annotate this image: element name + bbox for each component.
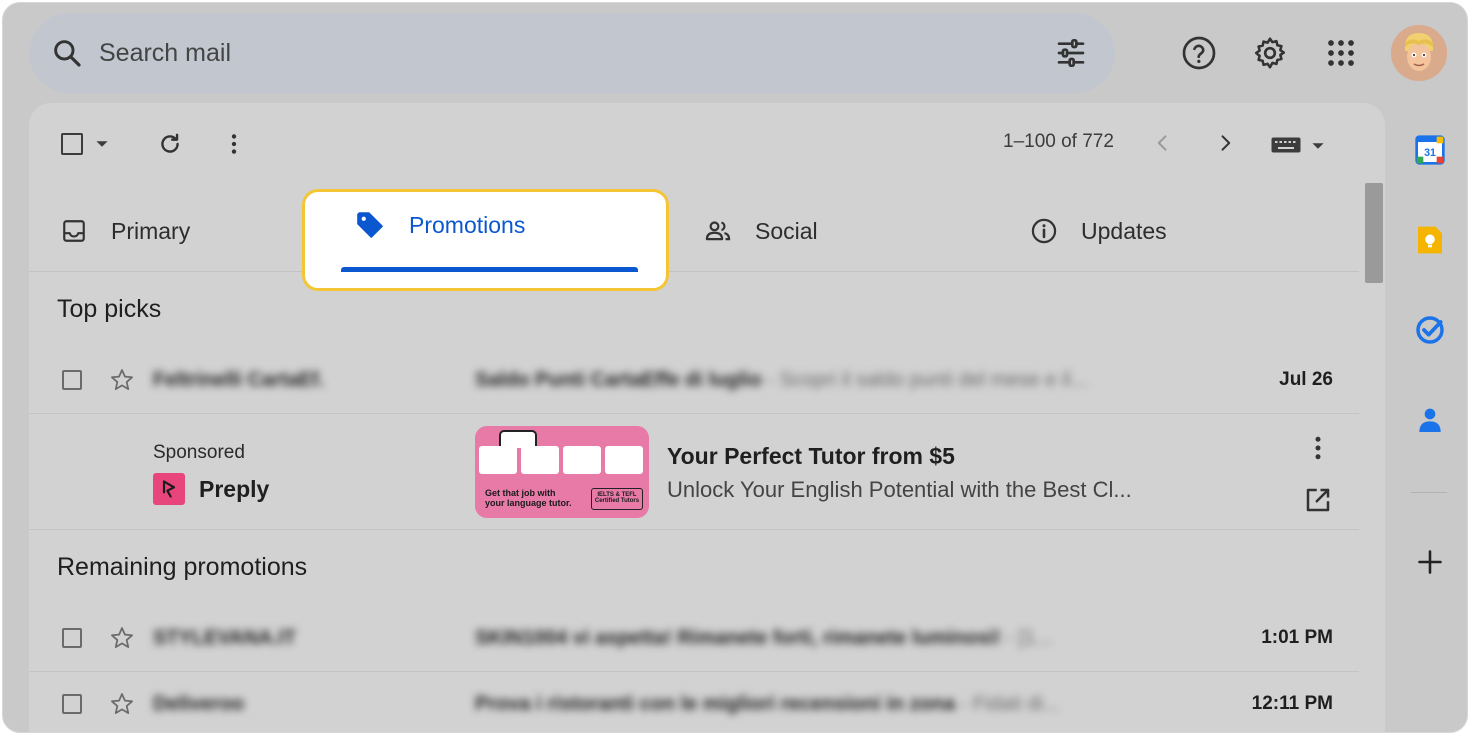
keyboard-icon[interactable] [1271,137,1301,153]
email-snippet: - [1... [1000,627,1052,649]
email-snippet: - Scopri il saldo punti del mese e il... [761,369,1088,391]
info-icon [1029,216,1059,246]
search-input[interactable] [99,33,999,73]
star-icon[interactable] [109,625,135,651]
preply-logo-icon [153,473,185,505]
email-sender: Feltrinelli CartaEf. [153,369,325,391]
email-sender: Deliveroo [153,693,245,715]
ad-image-card [563,446,601,474]
ad-sponsored-label: Sponsored [153,442,245,463]
tab-promotions[interactable]: Promotions [302,189,669,291]
tag-icon [355,210,385,240]
search-bar[interactable] [29,13,1115,93]
ad-image-caption: Get that job with your language tutor. [485,488,572,508]
row-divider [29,413,1359,414]
add-addon-plus-icon[interactable] [1411,543,1449,581]
email-date: Jul 26 [1279,369,1333,390]
tab-primary-label: Primary [111,217,191,244]
email-subject-text: SKIN1004 vi aspetta! Rimanete forti, rim… [475,627,1001,649]
select-dropdown-icon[interactable] [95,137,109,151]
tabs-divider [29,271,1359,272]
email-snippet: - Fidati di... [955,693,1060,715]
row-checkbox[interactable] [62,628,82,648]
star-icon[interactable] [109,691,135,717]
refresh-icon[interactable] [157,131,183,157]
tasks-icon[interactable] [1411,311,1449,349]
row-checkbox[interactable] [62,694,82,714]
ad-more-options-icon[interactable] [1303,433,1333,463]
active-tab-indicator [341,267,638,272]
email-subject: Prova i ristoranti con le migliori recen… [475,693,1060,716]
people-icon [703,216,733,246]
contacts-icon[interactable] [1411,401,1449,439]
tab-promotions-label: Promotions [409,211,526,238]
ad-brand[interactable]: Preply [153,473,269,505]
email-subject: SKIN1004 vi aspetta! Rimanete forti, rim… [475,627,1052,650]
tab-updates-label: Updates [1081,217,1167,244]
email-row[interactable]: STYLEVANA.IT SKIN1004 vi aspetta! Rimane… [29,607,1359,671]
input-tools-dropdown-icon[interactable] [1311,139,1325,153]
row-checkbox[interactable] [62,370,82,390]
inbox-icon [59,216,89,246]
chevron-left-icon[interactable] [1153,133,1173,153]
ad-brand-name: Preply [199,475,270,502]
more-options-icon[interactable] [221,131,247,157]
keep-icon[interactable] [1411,221,1449,259]
select-all-checkbox[interactable] [59,131,85,157]
gmail-window: 1–100 of 772 Primary [2,2,1468,733]
pagination-count: 1–100 of 772 [1003,131,1114,152]
search-icon[interactable] [51,37,83,69]
svg-text:31: 31 [1424,147,1436,159]
help-icon[interactable] [1179,33,1219,73]
email-sender: STYLEVANA.IT [153,627,296,649]
apps-grid-icon[interactable] [1321,33,1361,73]
ad-title[interactable]: Your Perfect Tutor from $5 [667,443,955,470]
tab-social-label: Social [755,217,818,244]
email-row[interactable]: Deliveroo Prova i ristoranti con le migl… [29,673,1359,732]
row-divider [29,671,1359,672]
tab-primary[interactable]: Primary [59,207,190,255]
section-top-picks: Top picks [57,295,162,323]
side-panel-divider [1411,492,1447,493]
mail-panel: 1–100 of 772 Primary Social Updates Prom… [29,103,1385,732]
scrollbar-thumb[interactable] [1365,183,1383,283]
ad-image-card [605,446,643,474]
email-row[interactable]: Feltrinelli CartaEf. Saldo Punti CartaEf… [29,349,1359,413]
avatar[interactable] [1391,25,1447,81]
section-remaining-promotions: Remaining promotions [57,553,308,581]
ad-image-chip: IELTS & TEFL Certified Tutors [591,488,643,510]
chevron-right-icon[interactable] [1215,133,1235,153]
ad-image-card [521,446,559,474]
row-divider [29,529,1359,530]
email-date: 1:01 PM [1261,627,1333,648]
email-date: 12:11 PM [1251,693,1333,714]
ad-description: Unlock Your English Potential with the B… [667,477,1132,502]
settings-gear-icon[interactable] [1250,33,1290,73]
email-subject: Saldo Punti CartaEffe di luglio - Scopri… [475,369,1087,392]
email-subject-text: Prova i ristoranti con le migliori recen… [475,693,956,715]
star-icon[interactable] [109,367,135,393]
ad-image[interactable]: Get that job with your language tutor. I… [475,426,649,518]
ad-image-card [479,446,517,474]
open-in-new-icon[interactable] [1303,485,1333,515]
email-subject-text: Saldo Punti CartaEffe di luglio [475,369,762,391]
search-options-icon[interactable] [1055,37,1087,69]
tab-social[interactable]: Social [703,207,818,255]
calendar-icon[interactable]: 31 [1411,131,1449,169]
tab-updates[interactable]: Updates [1029,207,1167,255]
